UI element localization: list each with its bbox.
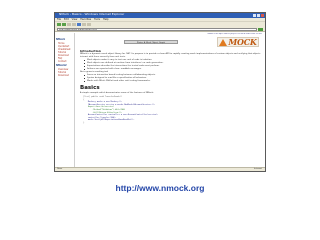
logo-triangle-icon [219, 38, 228, 46]
search-icon[interactable] [82, 23, 86, 26]
license-note: NMock is an open source project released… [207, 33, 262, 35]
page-banner: Photo: A Mock Object Graph MOCK [80, 37, 261, 47]
list-item: Works with NUnit, MbUnit and other unit … [84, 80, 261, 83]
nav-heading-2: NMock2 [56, 64, 67, 67]
feature-list: Mock objects make it easy to test one un… [84, 59, 261, 71]
menu-favorites[interactable]: Favorites [80, 18, 91, 21]
browser-title-bar: NMock - Basics - Windows Internet Explor… [55, 13, 265, 18]
menu-help[interactable]: Help [103, 18, 108, 21]
basics-intro: A simple example which demonstrates some… [80, 92, 154, 94]
status-bar: Done Internet [55, 167, 265, 171]
menu-view[interactable]: View [72, 18, 78, 21]
logo-text: MOCK [228, 37, 257, 47]
status-text: Done [57, 168, 63, 170]
list-item: Failures are reported with clear, readab… [84, 68, 261, 71]
menu-edit[interactable]: Edit [64, 18, 69, 21]
caption-url[interactable]: http://www.nmock.org [0, 182, 320, 194]
nav-item-download-2[interactable]: Download [58, 74, 73, 77]
stop-icon[interactable] [67, 23, 71, 26]
maximize-icon[interactable] [257, 14, 260, 17]
code-line: } [81, 121, 85, 124]
basics-heading: Basics [80, 85, 100, 91]
favorites-icon[interactable] [87, 23, 91, 26]
minimize-icon[interactable] [253, 14, 256, 17]
forward-icon[interactable] [62, 23, 66, 26]
main-column: NMock is an open source project released… [75, 33, 265, 167]
nmock-logo[interactable]: MOCK [217, 37, 259, 47]
menu-file[interactable]: File [57, 18, 61, 21]
zone-text: Internet [254, 168, 262, 170]
back-icon[interactable] [57, 23, 61, 26]
menu-tools[interactable]: Tools [94, 18, 100, 21]
banner-caption: Photo: A Mock Object Graph [124, 40, 178, 44]
nav-item-contact[interactable]: Contact [58, 60, 73, 63]
feature-list-2: Focus on interaction based testing betwe… [84, 74, 261, 83]
page-content: NMock Home Quickstart Cheatsheet Tutoria… [55, 33, 265, 167]
refresh-icon[interactable] [72, 23, 76, 26]
nav-heading: NMock [56, 38, 66, 41]
left-navigation: NMock Home Quickstart Cheatsheet Tutoria… [55, 33, 75, 167]
address-bar: http://www.nmock.org/quickstart.html [55, 27, 265, 32]
close-icon[interactable] [261, 14, 264, 17]
address-input[interactable]: http://www.nmock.org/quickstart.html [57, 27, 257, 31]
code-sample: [Test] public void TransferFunds() { Moc… [81, 96, 261, 125]
browser-screenshot: NMock - Basics - Windows Internet Explor… [54, 12, 266, 172]
go-button[interactable] [258, 27, 263, 31]
home-icon[interactable] [77, 23, 81, 26]
window-title: NMock - Basics - Windows Internet Explor… [59, 12, 125, 16]
